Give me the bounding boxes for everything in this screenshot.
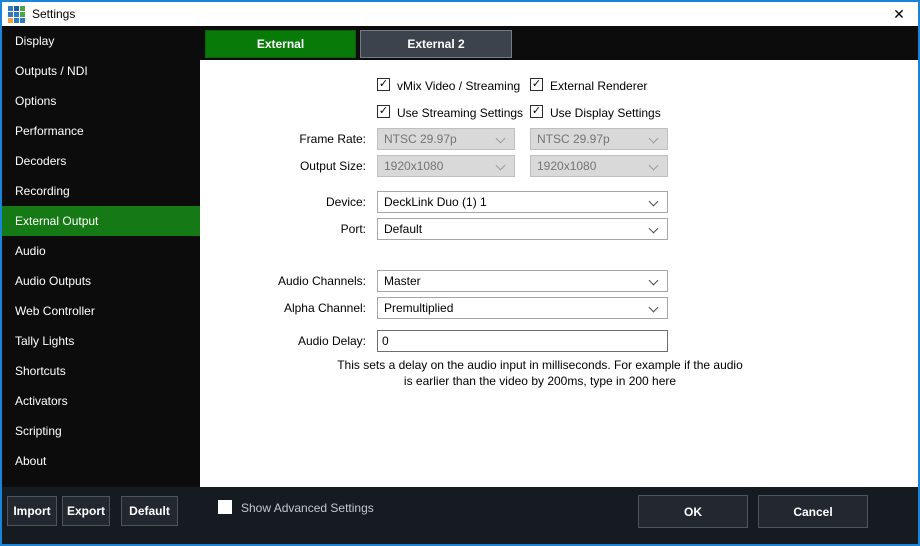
sidebar-item-outputs-ndi[interactable]: Outputs / NDI xyxy=(2,56,200,86)
output-size-select-2: 1920x1080 xyxy=(530,155,668,177)
vmix-logo-icon xyxy=(8,6,25,23)
ok-button[interactable]: OK xyxy=(638,495,748,528)
output-size-label: Output Size: xyxy=(210,159,366,173)
window-title: Settings xyxy=(32,7,75,21)
chevron-down-icon xyxy=(496,134,506,144)
frame-rate-select-1: NTSC 29.97p xyxy=(377,128,515,150)
sidebar: Display Outputs / NDI Options Performanc… xyxy=(2,26,200,487)
chevron-down-icon xyxy=(496,161,506,171)
titlebar: Settings ✕ xyxy=(2,2,918,26)
sidebar-item-shortcuts[interactable]: Shortcuts xyxy=(2,356,200,386)
default-button[interactable]: Default xyxy=(121,496,178,526)
chevron-down-icon xyxy=(649,197,659,207)
port-label: Port: xyxy=(210,222,366,236)
audio-delay-input[interactable] xyxy=(377,330,668,352)
audio-delay-label: Audio Delay: xyxy=(210,334,366,348)
device-select[interactable]: DeckLink Duo (1) 1 xyxy=(377,191,668,213)
use-display-settings-label: Use Display Settings xyxy=(550,106,661,120)
sidebar-item-activators[interactable]: Activators xyxy=(2,386,200,416)
use-streaming-settings-label: Use Streaming Settings xyxy=(397,106,523,120)
sidebar-item-display[interactable]: Display xyxy=(2,26,200,56)
sidebar-item-scripting[interactable]: Scripting xyxy=(2,416,200,446)
chevron-down-icon xyxy=(649,161,659,171)
tab-external[interactable]: External xyxy=(205,30,356,58)
external-renderer-checkbox[interactable] xyxy=(530,78,543,91)
chevron-down-icon xyxy=(649,303,659,313)
close-icon[interactable]: ✕ xyxy=(884,2,914,26)
export-button[interactable]: Export xyxy=(62,496,110,526)
footer-bar: Import Export Default Show Advanced Sett… xyxy=(2,487,918,544)
cancel-button[interactable]: Cancel xyxy=(758,495,868,528)
sidebar-item-tally-lights[interactable]: Tally Lights xyxy=(2,326,200,356)
frame-rate-label: Frame Rate: xyxy=(210,132,366,146)
show-advanced-settings-checkbox[interactable] xyxy=(218,500,232,514)
alpha-channel-label: Alpha Channel: xyxy=(210,301,366,315)
sidebar-item-audio[interactable]: Audio xyxy=(2,236,200,266)
use-display-settings-checkbox[interactable] xyxy=(530,105,543,118)
tab-strip: External External 2 xyxy=(200,26,918,60)
external-renderer-label: External Renderer xyxy=(550,79,647,93)
settings-window: Settings ✕ Display Outputs / NDI Options… xyxy=(0,0,920,546)
show-advanced-settings-label: Show Advanced Settings xyxy=(241,501,374,515)
port-select[interactable]: Default xyxy=(377,218,668,240)
audio-delay-help-text: This sets a delay on the audio input in … xyxy=(335,358,745,389)
sidebar-item-audio-outputs[interactable]: Audio Outputs xyxy=(2,266,200,296)
sidebar-item-recording[interactable]: Recording xyxy=(2,176,200,206)
use-streaming-settings-checkbox[interactable] xyxy=(377,105,390,118)
tab-external-2[interactable]: External 2 xyxy=(360,30,512,58)
chevron-down-icon xyxy=(649,224,659,234)
sidebar-item-decoders[interactable]: Decoders xyxy=(2,146,200,176)
sidebar-item-about[interactable]: About xyxy=(2,446,200,476)
external-output-panel: vMix Video / Streaming External Renderer… xyxy=(200,60,918,487)
frame-rate-select-2: NTSC 29.97p xyxy=(530,128,668,150)
sidebar-item-performance[interactable]: Performance xyxy=(2,116,200,146)
alpha-channel-select[interactable]: Premultiplied xyxy=(377,297,668,319)
sidebar-item-options[interactable]: Options xyxy=(2,86,200,116)
import-button[interactable]: Import xyxy=(7,496,57,526)
vmix-video-streaming-checkbox[interactable] xyxy=(377,78,390,91)
audio-channels-select[interactable]: Master xyxy=(377,270,668,292)
device-label: Device: xyxy=(210,195,366,209)
vmix-video-streaming-label: vMix Video / Streaming xyxy=(397,79,520,93)
chevron-down-icon xyxy=(649,276,659,286)
audio-channels-label: Audio Channels: xyxy=(210,274,366,288)
output-size-select-1: 1920x1080 xyxy=(377,155,515,177)
chevron-down-icon xyxy=(649,134,659,144)
sidebar-item-external-output[interactable]: External Output xyxy=(2,206,200,236)
sidebar-item-web-controller[interactable]: Web Controller xyxy=(2,296,200,326)
